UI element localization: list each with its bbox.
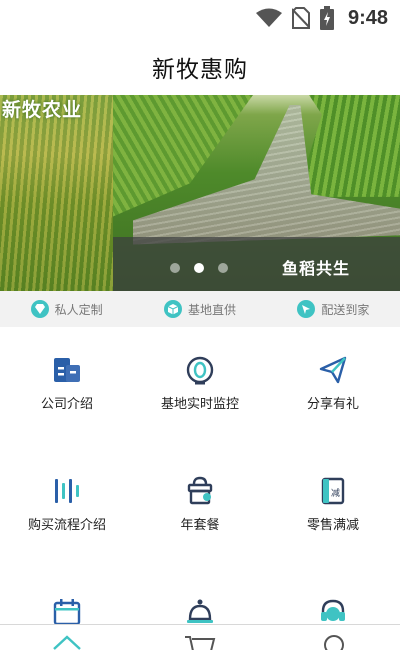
process-bars-icon	[52, 476, 82, 506]
menu-item-label: 公司介绍	[40, 397, 93, 412]
monitor-eye-icon	[185, 355, 215, 385]
menu-item-label: 分享有礼	[306, 397, 359, 412]
menu-item-label: 购买流程介绍	[27, 518, 106, 533]
page-title: 新牧惠购	[152, 57, 248, 83]
bottom-tab-bar	[0, 624, 400, 650]
calendar-icon	[52, 597, 82, 627]
delivery-icon	[297, 300, 316, 318]
menu-item-purchase-process[interactable]: 购买流程介绍	[0, 476, 134, 533]
banner-prev-slide-image: 新牧农业	[0, 95, 113, 291]
wifi-icon	[255, 8, 282, 28]
service-bell-icon	[185, 597, 215, 627]
battery-charging-icon	[319, 6, 334, 30]
home-icon[interactable]	[52, 633, 82, 650]
menu-item-retail-discount[interactable]: 减 零售满减	[266, 476, 400, 533]
discount-book-icon: 减	[318, 476, 348, 506]
feature-private-custom: 私人定制	[0, 300, 133, 318]
cart-icon[interactable]	[184, 633, 216, 650]
banner-carousel[interactable]: 新牧农业 鱼稻共生	[0, 95, 400, 291]
paper-plane-icon	[318, 355, 348, 385]
carousel-dot[interactable]	[218, 263, 228, 273]
feature-label: 私人定制	[54, 302, 103, 317]
menu-item-annual-package[interactable]: 年套餐	[133, 476, 267, 533]
feature-label: 配送到家	[321, 302, 370, 317]
banner-caption: 鱼稻共生	[281, 259, 350, 278]
feature-label: 基地直供	[187, 302, 236, 317]
menu-item-share-gift[interactable]: 分享有礼	[266, 355, 400, 412]
menu-item-label: 零售满减	[306, 518, 359, 533]
feature-home-delivery: 配送到家	[267, 300, 400, 318]
user-icon[interactable]	[322, 633, 346, 650]
menu-item-company-intro[interactable]: 公司介绍	[0, 355, 134, 412]
svg-text:减: 减	[331, 487, 340, 499]
banner-brand-text: 新牧农业	[2, 99, 83, 121]
box-icon	[163, 300, 182, 318]
feature-base-supply: 基地直供	[133, 300, 266, 318]
status-bar: 9:48	[0, 0, 400, 36]
no-sim-icon	[291, 7, 310, 29]
carousel-indicator	[170, 263, 228, 273]
gift-basket-icon	[185, 476, 215, 506]
menu-item-label: 年套餐	[180, 518, 220, 533]
carousel-dot-active[interactable]	[194, 263, 204, 273]
status-time: 9:48	[347, 6, 388, 29]
menu-item-base-monitor[interactable]: 基地实时监控	[133, 355, 267, 412]
banner-caption-bar	[113, 237, 400, 291]
company-icon	[52, 355, 82, 385]
menu-item-label: 基地实时监控	[160, 397, 239, 412]
diamond-icon	[30, 300, 49, 318]
headset-icon	[318, 597, 348, 627]
carousel-dot[interactable]	[170, 263, 180, 273]
feature-strip: 私人定制 基地直供 配送到家	[0, 291, 400, 327]
app-header: 新牧惠购	[0, 40, 400, 94]
